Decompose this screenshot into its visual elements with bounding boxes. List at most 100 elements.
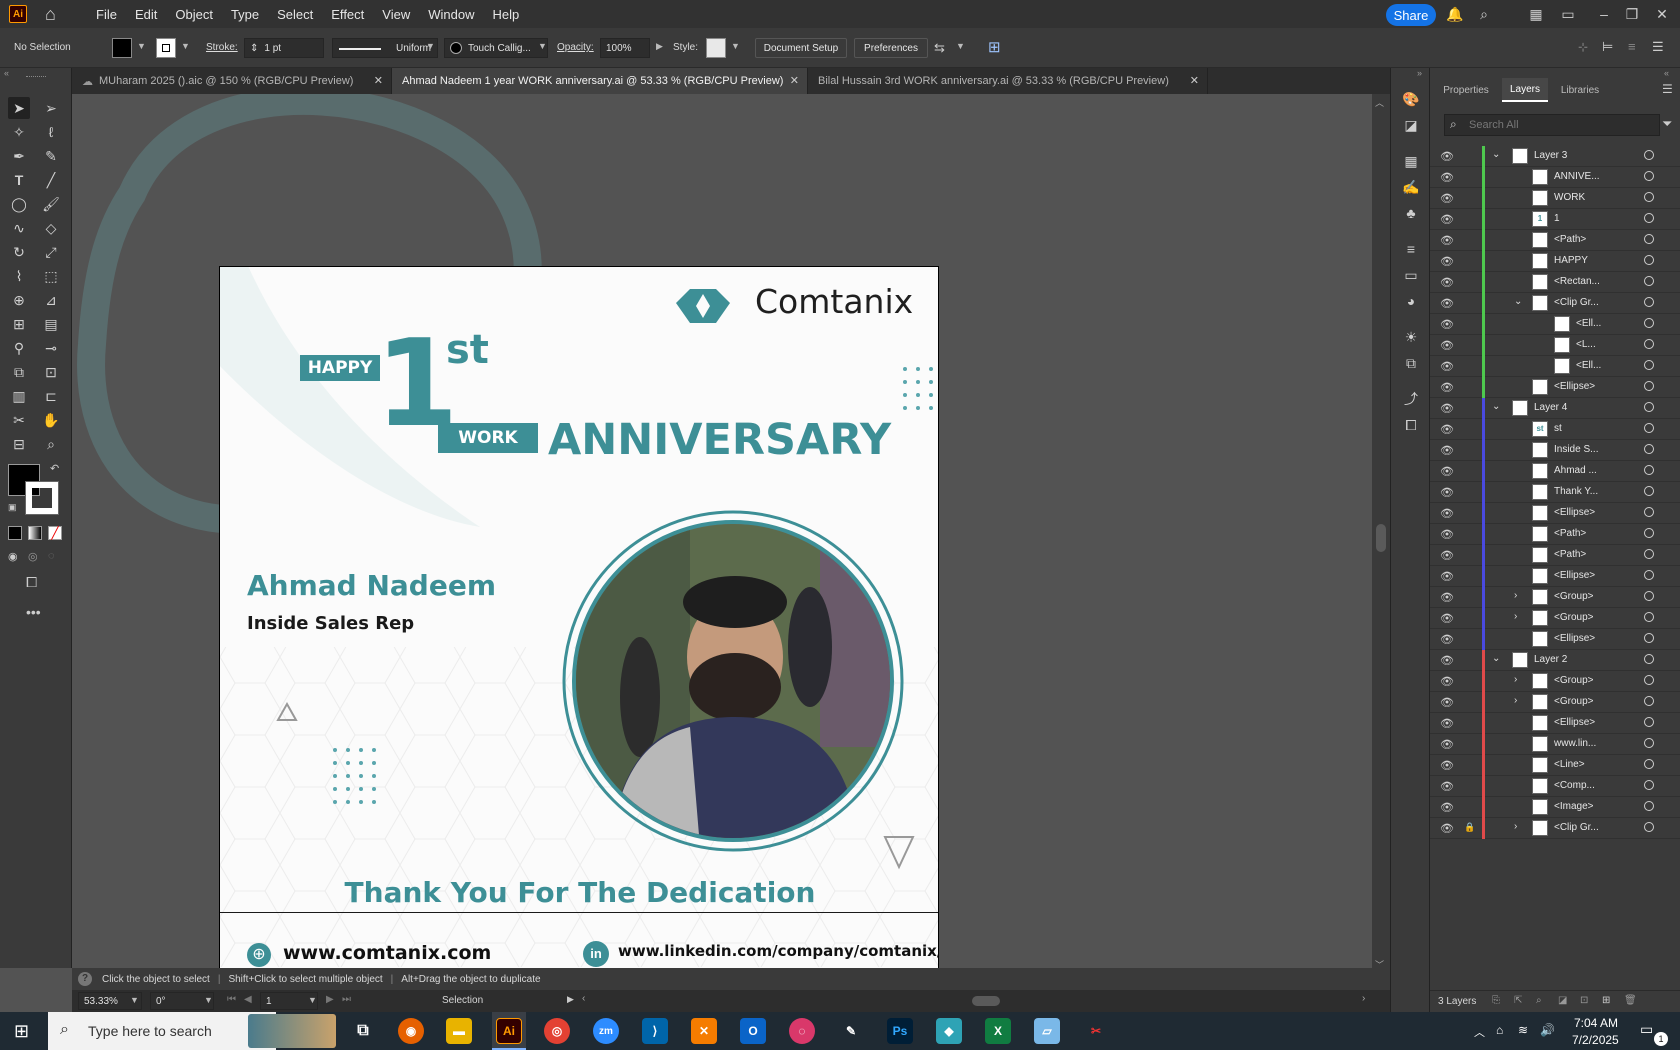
fill-swatch[interactable]	[112, 38, 132, 58]
windows-start-icon[interactable]: ⊞	[14, 1022, 29, 1040]
target-circle-icon[interactable]	[1644, 696, 1654, 706]
layer-name[interactable]: <Clip Gr...	[1554, 822, 1599, 833]
sublayer-row[interactable]: 👁 1 1	[1430, 209, 1680, 230]
close-icon[interactable]: ✕	[1654, 6, 1670, 22]
close-tab-icon[interactable]: ✕	[790, 74, 799, 87]
target-circle-icon[interactable]	[1644, 402, 1654, 412]
graph-tool-icon[interactable]: ▥	[8, 385, 30, 407]
visibility-eye-icon[interactable]: 👁	[1440, 444, 1454, 457]
workspace-icon[interactable]: ▦	[1528, 6, 1544, 22]
opacity-label[interactable]: Opacity:	[557, 42, 594, 53]
zoom-icon[interactable]: zm	[593, 1018, 619, 1044]
current-tool-label[interactable]: Selection	[442, 995, 483, 1006]
layer-name[interactable]: Inside S...	[1554, 444, 1598, 455]
sublayer-row[interactable]: 👁 <Ellipse>	[1430, 566, 1680, 587]
export-panel-icon[interactable]: ⤴	[1400, 388, 1422, 410]
visibility-eye-icon[interactable]: 👁	[1440, 759, 1454, 772]
minimize-icon[interactable]: –	[1596, 6, 1612, 22]
lock-icon[interactable]: 🔒	[1464, 822, 1475, 833]
chevron-down-icon[interactable]: ⌄	[1514, 296, 1522, 307]
stroke-color-icon[interactable]	[25, 481, 59, 515]
vertical-scrollbar[interactable]: ︿ ﹀	[1372, 94, 1390, 972]
layer-name[interactable]: st	[1554, 423, 1562, 434]
free-transform-tool-icon[interactable]: ⬚	[40, 265, 62, 287]
layer-name[interactable]: <Group>	[1554, 612, 1593, 623]
hamburger-icon[interactable]: ☰	[1652, 39, 1664, 55]
next-artboard-icon[interactable]: ▶	[326, 994, 334, 1005]
opacity-field[interactable]: 100%	[600, 38, 650, 58]
visibility-eye-icon[interactable]: 👁	[1440, 360, 1454, 373]
shape-builder-tool-icon[interactable]: ⊕	[8, 289, 30, 311]
new-sublayer-icon[interactable]: ⊡	[1580, 995, 1588, 1006]
menu-view[interactable]: View	[373, 7, 419, 22]
chevron-down-icon[interactable]: ▼	[130, 995, 139, 1005]
graphic-style-swatch[interactable]	[706, 38, 726, 58]
visibility-eye-icon[interactable]: 👁	[1440, 528, 1454, 541]
scroll-right-icon[interactable]: ›	[1362, 993, 1365, 1004]
none-mode-icon[interactable]: ╱	[48, 526, 62, 540]
ellipse-tool-icon[interactable]: ◯	[8, 193, 30, 215]
align-icon[interactable]: ⊹	[1578, 40, 1588, 54]
target-circle-icon[interactable]	[1644, 381, 1654, 391]
color-panel-icon[interactable]: 🎨	[1400, 88, 1422, 110]
chevron-down-icon[interactable]: ⌄	[1492, 653, 1500, 664]
menu-select[interactable]: Select	[268, 7, 322, 22]
selection-tool-icon[interactable]: ➤	[8, 97, 30, 119]
prev-artboard-icon[interactable]: ◀	[244, 994, 252, 1005]
notepad-icon[interactable]: ▱	[1034, 1018, 1060, 1044]
graphic-styles-panel-icon[interactable]: ⧉	[1400, 352, 1422, 374]
tab-document-3[interactable]: Bilal Hussain 3rd WORK anniversary.ai @ …	[808, 68, 1208, 94]
sublayer-row[interactable]: 👁 <Ellipse>	[1430, 713, 1680, 734]
sublayer-row[interactable]: 👁 🔒 › <Clip Gr...	[1430, 818, 1680, 839]
network-icon[interactable]: ⌂	[1496, 1023, 1503, 1037]
stroke-profile-dropdown[interactable]: Uniform	[332, 38, 438, 58]
eraser-tool-icon[interactable]: ◇	[40, 217, 62, 239]
visibility-eye-icon[interactable]: 👁	[1440, 780, 1454, 793]
target-circle-icon[interactable]	[1644, 465, 1654, 475]
target-circle-icon[interactable]	[1644, 738, 1654, 748]
chevron-right-icon[interactable]: ›	[1514, 695, 1517, 706]
sublayer-row[interactable]: 👁 <Path>	[1430, 545, 1680, 566]
chevron-down-icon[interactable]: ▼	[731, 41, 740, 51]
sublayer-row[interactable]: 👁 <Ell...	[1430, 356, 1680, 377]
layer-name[interactable]: <L...	[1576, 339, 1596, 350]
visibility-eye-icon[interactable]: 👁	[1440, 822, 1454, 835]
blend-tool-icon[interactable]: ⧉	[8, 361, 30, 383]
menu-edit[interactable]: Edit	[126, 7, 166, 22]
arrange-icon[interactable]: ⇆	[934, 40, 945, 56]
target-circle-icon[interactable]	[1644, 444, 1654, 454]
share-button[interactable]: Share	[1386, 4, 1436, 26]
layer-name[interactable]: Layer 2	[1534, 654, 1567, 665]
sublayer-row[interactable]: 👁 HAPPY	[1430, 251, 1680, 272]
vscode-icon[interactable]: ⟩	[642, 1018, 668, 1044]
chevron-down-icon[interactable]: ▼	[204, 995, 213, 1005]
chevron-right-icon[interactable]: ▶	[656, 41, 663, 52]
sublayer-row[interactable]: 👁 <Rectan...	[1430, 272, 1680, 293]
visibility-eye-icon[interactable]: 👁	[1440, 675, 1454, 688]
layer-name[interactable]: <Ell...	[1576, 318, 1601, 329]
sublayer-row[interactable]: 👁 WORK	[1430, 188, 1680, 209]
color-mode-icon[interactable]	[8, 526, 22, 540]
sublayer-row[interactable]: 👁 › <Group>	[1430, 587, 1680, 608]
tray-overflow-icon[interactable]: ︿	[1474, 1024, 1485, 1040]
transform-icon[interactable]: ⊨	[1602, 39, 1613, 55]
chevron-down-icon[interactable]: ▼	[137, 41, 146, 51]
mesh-tool-icon[interactable]: ⊞	[8, 313, 30, 335]
file-explorer-icon[interactable]: ▬	[446, 1018, 472, 1044]
chevron-down-icon[interactable]: ▼	[426, 41, 435, 51]
collect-export-icon[interactable]: ⇱	[1514, 995, 1522, 1006]
visibility-eye-icon[interactable]: 👁	[1440, 297, 1454, 310]
snipping-tool-icon[interactable]: ✂	[1083, 1018, 1109, 1044]
layer-name[interactable]: HAPPY	[1554, 255, 1588, 266]
layer-name[interactable]: <Path>	[1554, 528, 1586, 539]
layer-name[interactable]: <Ellipse>	[1554, 717, 1595, 728]
visibility-eye-icon[interactable]: 👁	[1440, 591, 1454, 604]
visibility-eye-icon[interactable]: 👁	[1440, 255, 1454, 268]
target-circle-icon[interactable]	[1644, 360, 1654, 370]
visibility-eye-icon[interactable]: 👁	[1440, 612, 1454, 625]
layer-name[interactable]: <Ellipse>	[1554, 507, 1595, 518]
visibility-eye-icon[interactable]: 👁	[1440, 654, 1454, 667]
shaper-tool-icon[interactable]: ∿	[8, 217, 30, 239]
toolbar-grip[interactable]	[26, 76, 46, 78]
help-icon[interactable]: ?	[78, 972, 92, 986]
